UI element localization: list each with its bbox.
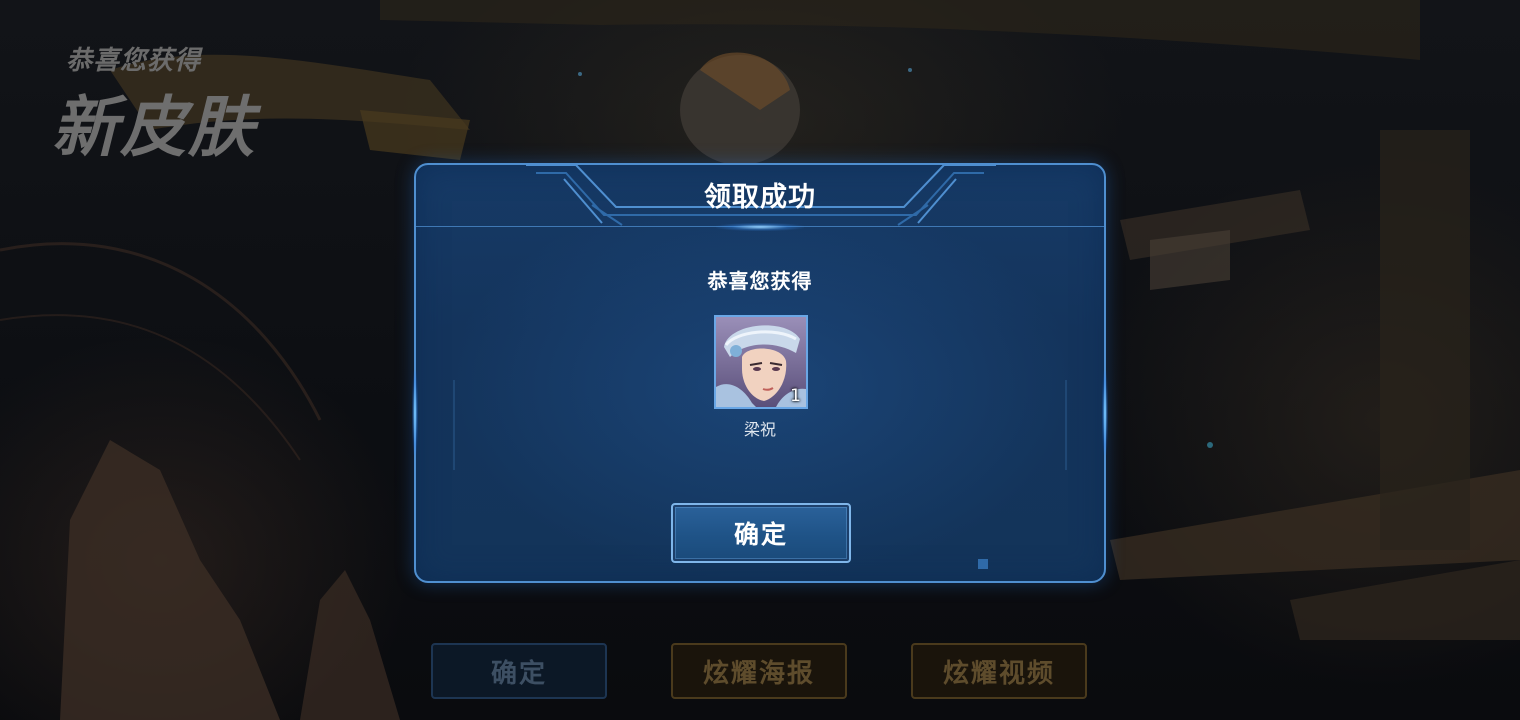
corner-decoration: [978, 559, 988, 569]
right-edge-glow: [1102, 371, 1108, 455]
background-title-small: 恭喜您获得: [66, 46, 202, 76]
reward-item-name: 梁祝: [743, 420, 776, 439]
header-glow: [716, 223, 804, 231]
confirm-button[interactable]: 确定: [671, 503, 851, 563]
background-title-large: 新皮肤: [52, 89, 256, 166]
background-confirm-button: 确定: [431, 643, 607, 699]
reward-item-slot[interactable]: 1: [714, 315, 808, 409]
background-share-poster-button: 炫耀海报: [671, 643, 847, 699]
dialog-subtitle: 恭喜您获得: [707, 269, 813, 293]
background-share-video-button: 炫耀视频: [911, 643, 1087, 699]
reward-item-count: 1: [790, 386, 801, 406]
left-edge-glow: [412, 371, 418, 455]
dialog-title: 领取成功: [704, 182, 816, 213]
reward-dialog: 领取成功 恭喜您获得 1 梁祝 确定: [412, 163, 1108, 583]
